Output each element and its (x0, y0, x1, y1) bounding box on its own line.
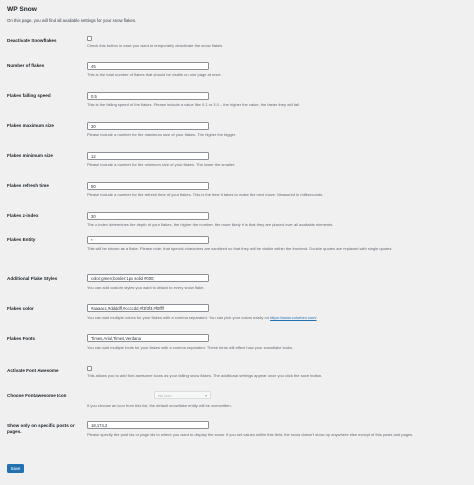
z-index-description: The z-index determines the depth of your… (87, 222, 334, 227)
fontawesome-icon-select-value: No icon (158, 393, 172, 398)
falling-speed-description: This is the falling speed of the flakes.… (87, 102, 301, 107)
min-size-input[interactable]: 12 (87, 152, 209, 160)
fonts-label: Flakes Fonts (7, 336, 36, 341)
color-description-text: You can add multiple colors for your fla… (87, 315, 271, 320)
deactivate-description: Check this button in case you want to te… (87, 43, 224, 48)
number-of-flakes-label: Number of flakes (7, 63, 45, 68)
deactivate-checkbox[interactable] (87, 36, 92, 41)
fontawesome-icon-select[interactable]: No icon ▾ (154, 391, 211, 399)
styles-label: Additional Flake Styles (7, 276, 58, 281)
max-size-label: Flakes maximum size (7, 123, 54, 128)
falling-speed-input[interactable]: 0.5 (87, 92, 209, 100)
styles-input[interactable]: color:green;border:1px solid #000; (87, 274, 209, 282)
styles-description: You can add custom styles you want to at… (87, 285, 205, 290)
font-awesome-checkbox[interactable] (87, 366, 92, 371)
z-index-label: Flakes z-index (7, 213, 39, 218)
color-description: You can add multiple colors for your fla… (87, 315, 317, 320)
number-of-flakes-description: This is the total number of flakes that … (87, 72, 222, 77)
falling-speed-label: Flakes falling speed (7, 93, 51, 98)
number-of-flakes-input[interactable]: 45 (87, 62, 209, 70)
fonts-description: You can add multiple fonts for your flak… (87, 345, 294, 350)
show-only-description: Please specify the post ids or page ids … (87, 432, 414, 437)
fonts-input[interactable]: Times,Arial,Times,Verdana (87, 334, 209, 342)
refresh-time-label: Flakes refresh time (7, 183, 49, 188)
font-awesome-label: Activate Font Awesome (7, 368, 59, 373)
color-label: Flakes color (7, 306, 34, 311)
entity-input[interactable]: * (87, 236, 209, 244)
max-size-input[interactable]: 30 (87, 122, 209, 130)
show-only-label: Show only on specific posts or pages. (7, 423, 75, 434)
font-awesome-description: This allows you to add font awesome icon… (87, 373, 323, 378)
show-only-input[interactable]: 18,174,2 (87, 421, 209, 429)
chevron-down-icon: ▾ (204, 393, 207, 398)
max-size-description: Please include a number for the maximum … (87, 132, 237, 137)
min-size-description: Please include a number for the minimum … (87, 162, 236, 167)
deactivate-label: Deactivate Snowflakes (7, 38, 57, 43)
save-button[interactable]: Save (7, 464, 24, 473)
z-index-input[interactable]: 30 (87, 212, 209, 220)
entity-description: This will be shown as a flake. Please no… (87, 246, 393, 251)
min-size-label: Flakes minimum size (7, 153, 53, 158)
colorhex-link[interactable]: https://www.colorhex.com/ (270, 315, 316, 320)
page-intro: On this page, you will find all availabl… (7, 18, 137, 23)
fontawesome-icon-description: If you choose an icon from this list, th… (87, 403, 232, 408)
color-input[interactable]: #aaaacc,#ddddff,#ccccdd,#f3f3f3,#f0ffff (87, 304, 209, 312)
fontawesome-icon-label: Choose Fontawesome Icon (7, 393, 67, 398)
refresh-time-description: Please include a number for the refresh … (87, 192, 324, 197)
refresh-time-input[interactable]: 50 (87, 182, 209, 190)
page-title: WP Snow (7, 6, 37, 13)
entity-label: Flakes Entity (7, 237, 36, 242)
